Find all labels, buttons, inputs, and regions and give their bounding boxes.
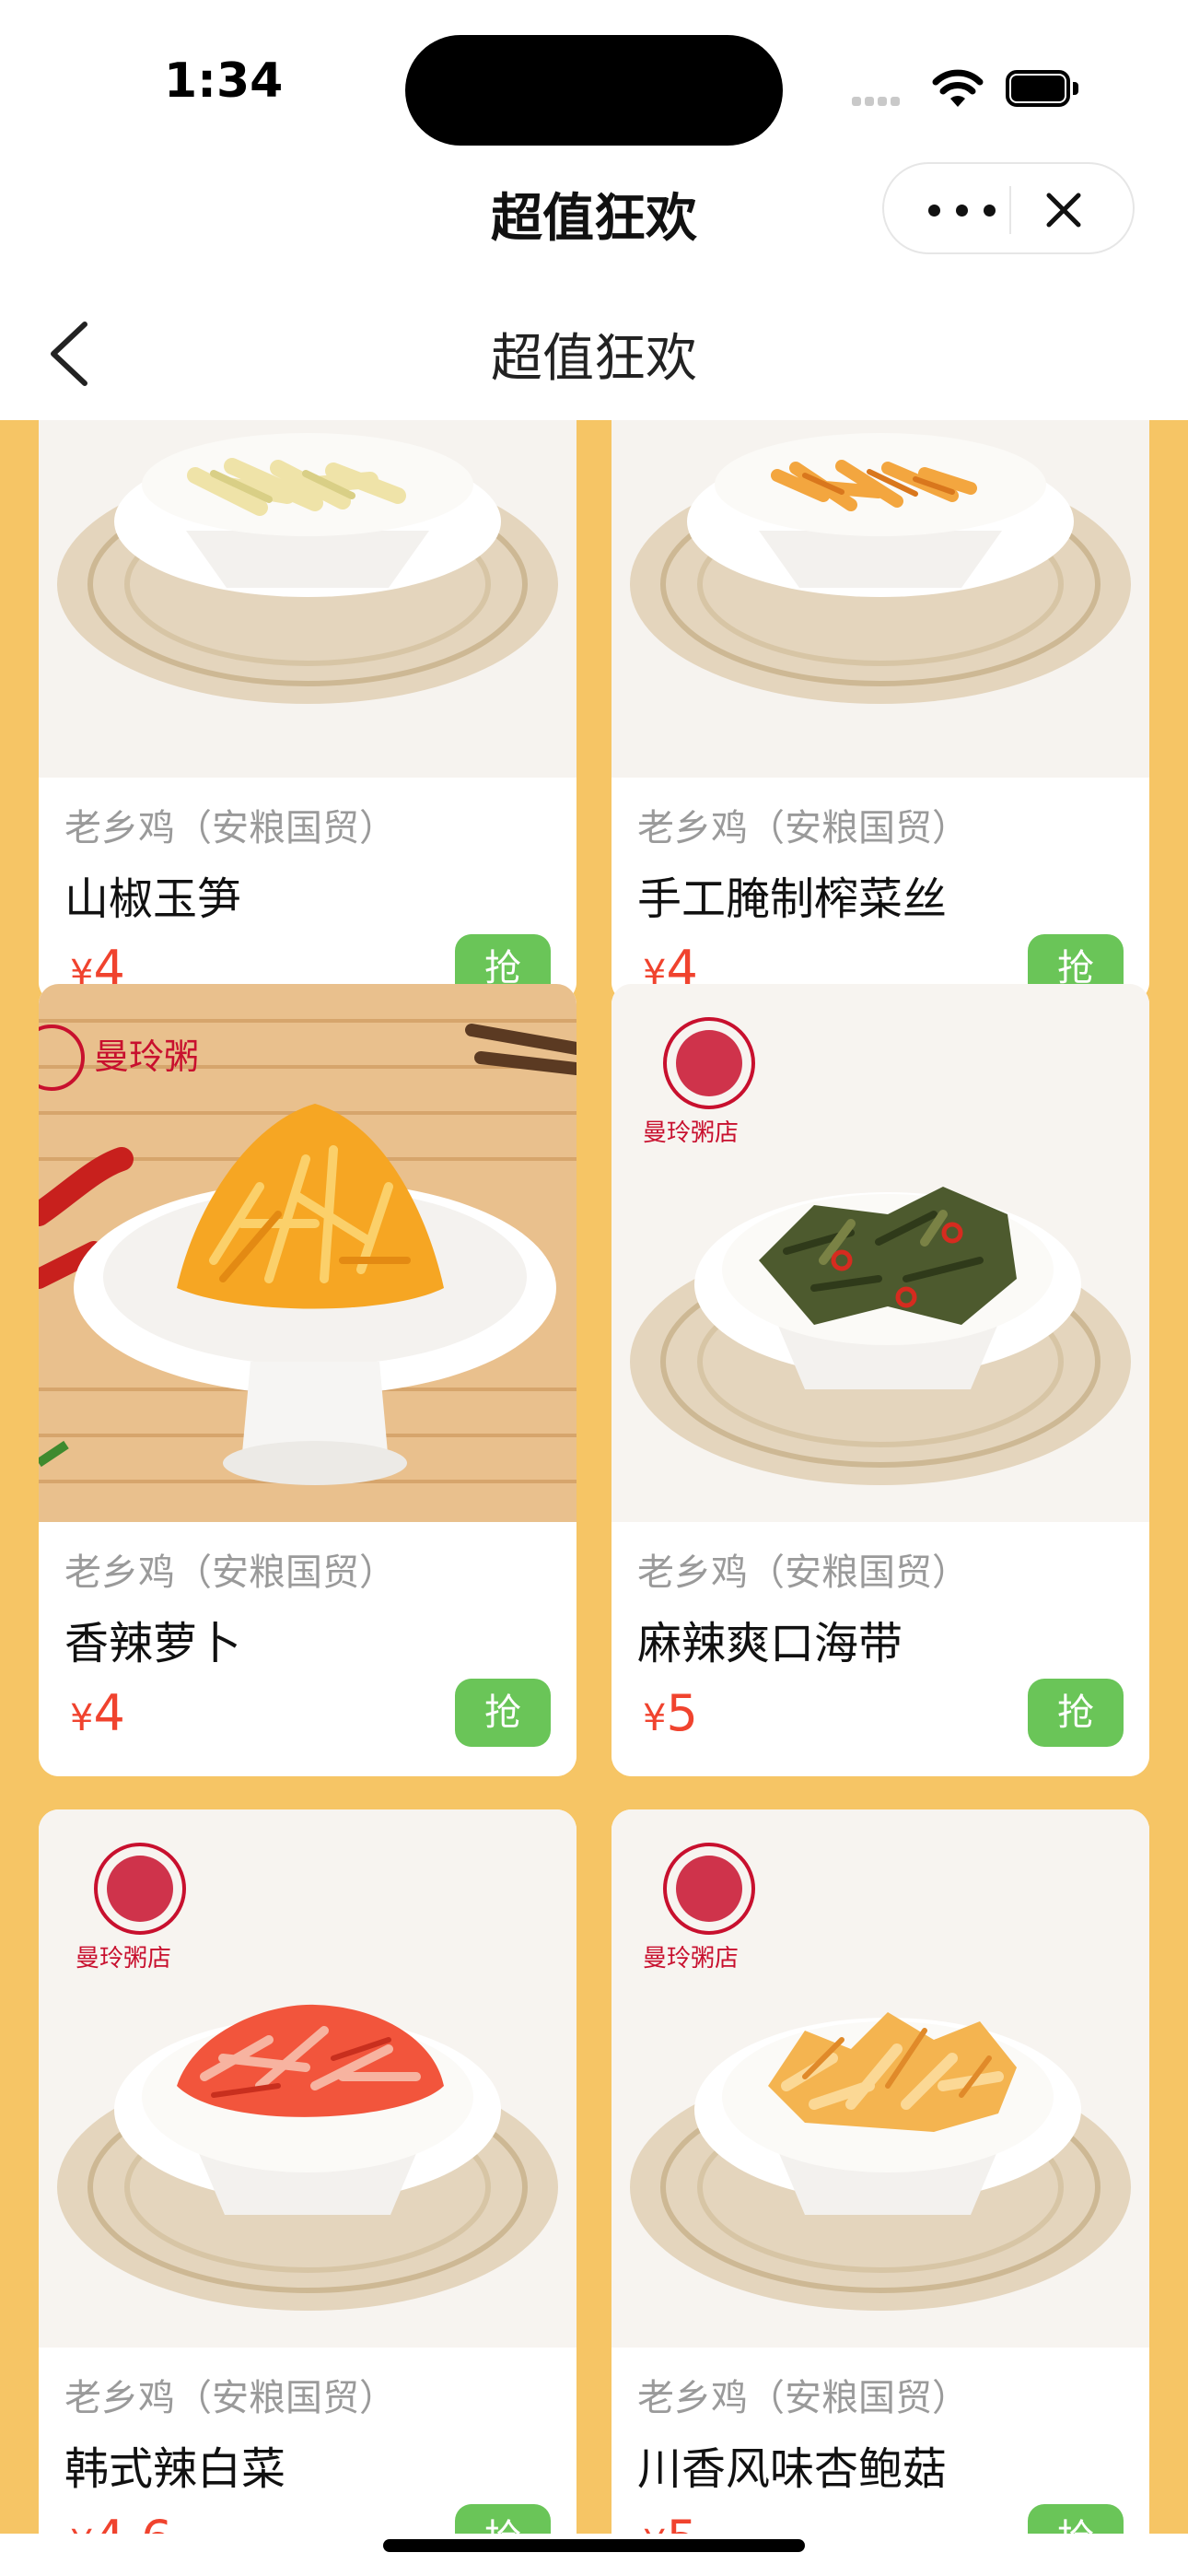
page-title: 超值狂欢	[491, 329, 697, 389]
miniprogram-capsule	[882, 162, 1135, 254]
product-price: ¥5	[643, 2510, 698, 2534]
product-name: 韩式辣白菜	[64, 2443, 286, 2495]
grab-button[interactable]: 抢	[1028, 1679, 1124, 1747]
spicy-radish-dish-image: 曼玲粥	[39, 984, 577, 1522]
store-name: 老乡鸡（安粮国贸）	[64, 1551, 396, 1594]
dynamic-island	[405, 35, 783, 146]
price-value: 4.6	[93, 2510, 172, 2534]
grab-button[interactable]: 抢	[1028, 2504, 1124, 2534]
product-grid: 老乡鸡（安粮国贸） 山椒玉笋 ¥4 抢 老乡鸡（安粮国贸） 手工腌制榨菜丝 ¥4…	[0, 420, 1188, 2534]
kimchi-dish-image: 曼玲粥店	[39, 1809, 577, 2348]
product-name: 香辣萝卜	[64, 1618, 242, 1669]
price-value: 4	[93, 1684, 125, 1742]
product-image: 曼玲粥	[39, 984, 577, 1522]
product-image: 曼玲粥店	[611, 1809, 1149, 2348]
product-name: 山椒玉笋	[64, 873, 242, 925]
store-name: 老乡鸡（安粮国贸）	[637, 1551, 969, 1594]
cellular-signal-icon	[852, 92, 913, 106]
product-price: ¥5	[643, 1684, 698, 1742]
product-image	[39, 420, 577, 785]
product-image: 曼玲粥店	[39, 1809, 577, 2348]
product-card[interactable]: 曼玲粥店 老乡鸡（安粮国贸） 川香风味杏鲍菇 ¥5 抢	[611, 1809, 1149, 2534]
svg-text:曼玲粥店: 曼玲粥店	[76, 1945, 171, 1973]
grab-button[interactable]: 抢	[455, 2504, 551, 2534]
king-oyster-mushroom-dish-image: 曼玲粥店	[611, 1809, 1149, 2348]
product-card[interactable]: 曼玲粥店 老乡鸡（安粮国贸） 韩式辣白菜 ¥4.6 抢	[39, 1809, 577, 2534]
svg-text:曼玲粥店: 曼玲粥店	[643, 1119, 739, 1147]
product-image	[611, 420, 1149, 785]
product-card[interactable]: 曼玲粥店 老乡鸡（安粮国贸） 麻辣爽口海带 ¥5 抢	[611, 984, 1149, 1776]
close-icon[interactable]	[1036, 182, 1091, 238]
svg-text:曼玲粥店: 曼玲粥店	[643, 1945, 739, 1973]
currency-symbol: ¥	[70, 1697, 94, 1739]
product-info: 老乡鸡（安粮国贸） 山椒玉笋 ¥4 抢	[39, 778, 577, 1002]
product-price: ¥4	[70, 1684, 125, 1742]
product-card[interactable]: 曼玲粥 老乡鸡（安粮国贸） 香辣萝卜 ¥4 抢	[39, 984, 577, 1776]
price-value: 5	[666, 2510, 697, 2534]
product-name: 麻辣爽口海带	[637, 1618, 903, 1669]
store-name: 老乡鸡（安粮国贸）	[637, 2377, 969, 2419]
currency-symbol: ¥	[643, 1697, 667, 1739]
status-bar: 1:34	[0, 0, 1188, 157]
pickled-mustard-dish-image	[611, 420, 1149, 785]
navigation-bar: 超值狂欢	[0, 276, 1188, 420]
currency-symbol: ¥	[70, 2523, 93, 2534]
product-name: 手工腌制榨菜丝	[637, 873, 948, 925]
product-card[interactable]: 老乡鸡（安粮国贸） 手工腌制榨菜丝 ¥4 抢	[611, 420, 1149, 1002]
product-price: ¥4.6	[70, 2510, 172, 2534]
status-time: 1:34	[164, 53, 284, 109]
spicy-kelp-dish-image: 曼玲粥店	[611, 984, 1149, 1522]
store-name: 老乡鸡（安粮国贸）	[637, 807, 969, 849]
product-info: 老乡鸡（安粮国贸） 香辣萝卜 ¥4 抢	[39, 1522, 577, 1776]
product-image: 曼玲粥店	[611, 984, 1149, 1522]
home-indicator[interactable]	[383, 2539, 805, 2552]
product-info: 老乡鸡（安粮国贸） 手工腌制榨菜丝 ¥4 抢	[611, 778, 1149, 1002]
battery-icon	[1006, 70, 1079, 107]
product-info: 老乡鸡（安粮国贸） 川香风味杏鲍菇 ¥5 抢	[611, 2348, 1149, 2534]
store-name: 老乡鸡（安粮国贸）	[64, 807, 396, 849]
svg-text:曼玲粥: 曼玲粥	[94, 1036, 199, 1077]
product-info: 老乡鸡（安粮国贸） 麻辣爽口海带 ¥5 抢	[611, 1522, 1149, 1776]
product-card[interactable]: 老乡鸡（安粮国贸） 山椒玉笋 ¥4 抢	[39, 420, 577, 1002]
product-name: 川香风味杏鲍菇	[637, 2443, 948, 2495]
price-value: 5	[666, 1684, 698, 1742]
bamboo-shoots-dish-image	[39, 420, 577, 785]
currency-symbol: ¥	[643, 2523, 666, 2534]
capsule-divider	[1009, 186, 1011, 234]
product-info: 老乡鸡（安粮国贸） 韩式辣白菜 ¥4.6 抢	[39, 2348, 577, 2534]
wifi-icon	[932, 69, 984, 107]
grab-button[interactable]: 抢	[455, 1679, 551, 1747]
miniprogram-header: 超值狂欢	[0, 157, 1188, 276]
more-options-button[interactable]	[917, 192, 1006, 228]
store-name: 老乡鸡（安粮国贸）	[64, 2377, 396, 2419]
